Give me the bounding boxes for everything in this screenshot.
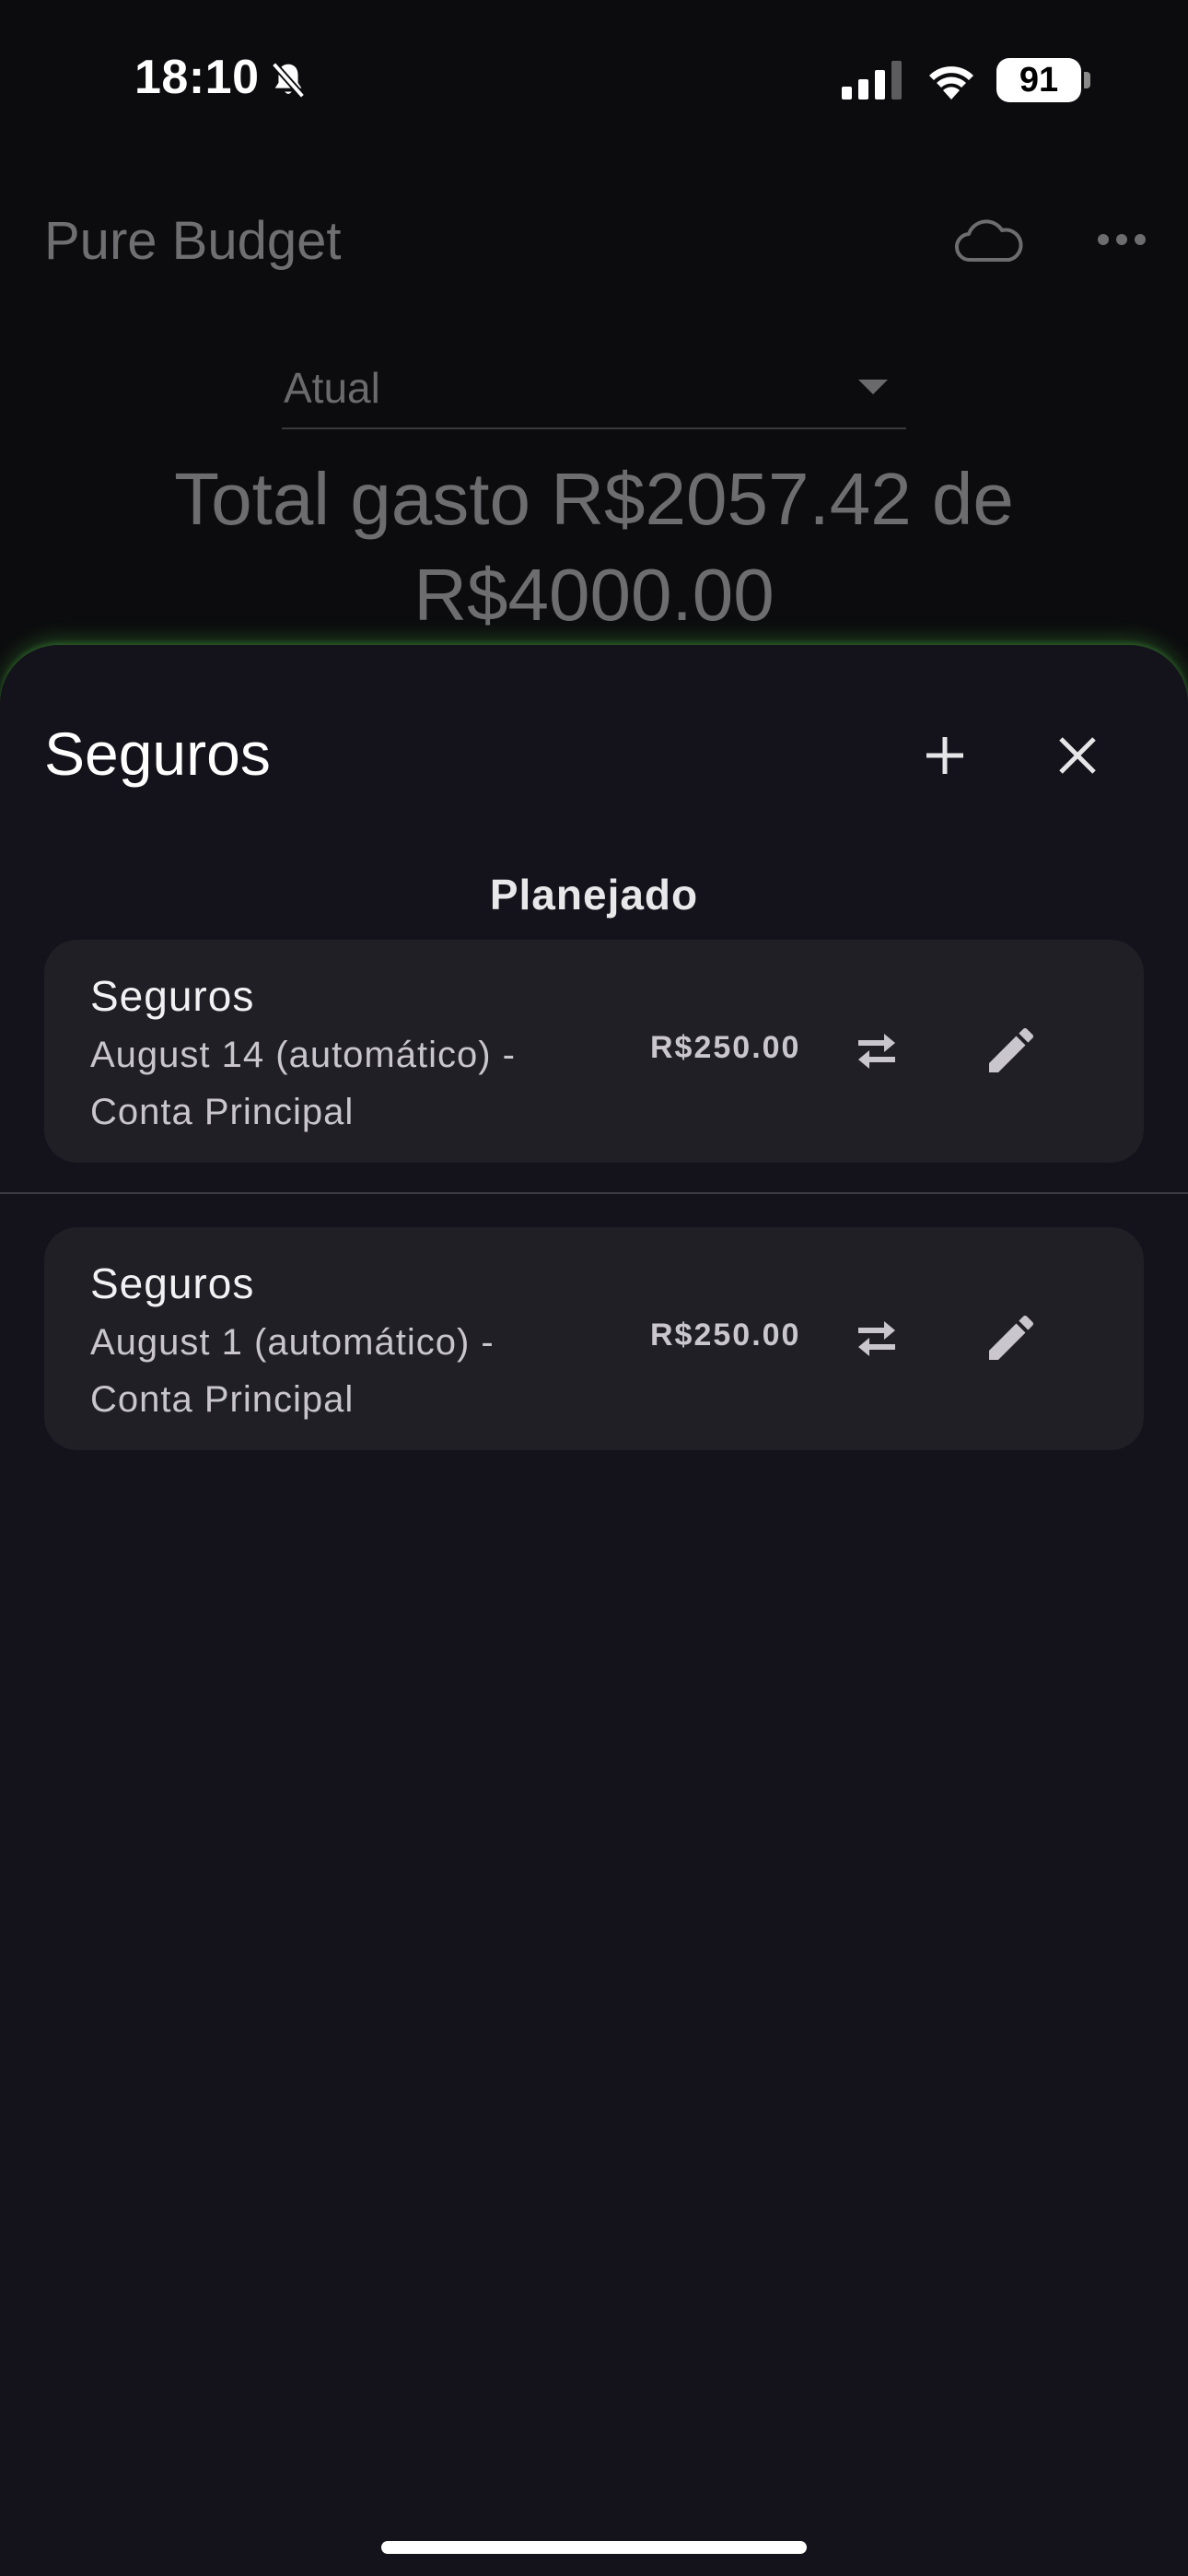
battery-indicator: 91 [996, 58, 1081, 102]
chevron-down-icon [858, 380, 888, 394]
transfer-icon[interactable] [849, 1023, 904, 1078]
period-select-value: Atual [284, 364, 380, 412]
transaction-date: August 14 (automático) - [90, 1035, 516, 1075]
planned-transaction-card[interactable]: Seguros August 1 (automático) - Conta Pr… [44, 1227, 1144, 1450]
status-time: 18:10 [134, 51, 260, 104]
total-spent-summary: Total gasto R$2057.42 de R$4000.00 [111, 451, 1077, 643]
cellular-signal-icon [842, 61, 902, 100]
transaction-amount: R$250.00 [650, 1317, 801, 1352]
transaction-date: August 1 (automático) - [90, 1322, 495, 1363]
transaction-account: Conta Principal [90, 1092, 355, 1132]
planned-transaction-card[interactable]: Seguros August 14 (automático) - Conta P… [44, 940, 1144, 1163]
transaction-name: Seguros [90, 1259, 255, 1307]
sheet-title: Seguros [44, 720, 271, 788]
add-transaction-button[interactable] [915, 726, 974, 785]
battery-cap [1084, 72, 1090, 88]
transaction-account: Conta Principal [90, 1379, 355, 1420]
bell-slash-icon [271, 62, 306, 99]
app-title: Pure Budget [44, 211, 342, 271]
period-select[interactable]: Atual [282, 356, 906, 429]
more-icon[interactable] [1096, 228, 1147, 251]
transaction-name: Seguros [90, 972, 255, 1020]
cloud-icon[interactable] [954, 217, 1024, 263]
close-icon [1059, 737, 1096, 774]
transaction-amount: R$250.00 [650, 1030, 801, 1065]
total-spent-line: Total gasto R$2057.42 de [174, 458, 1014, 540]
close-sheet-button[interactable] [1048, 726, 1107, 785]
wifi-icon [929, 66, 973, 100]
home-indicator[interactable] [381, 2541, 807, 2554]
transaction-detail: August 1 (automático) - Conta Principal [90, 1314, 606, 1428]
pencil-icon[interactable] [982, 1308, 1041, 1367]
status-bar: 18:10 91 [0, 0, 1188, 157]
pencil-icon[interactable] [982, 1021, 1041, 1080]
transfer-icon[interactable] [849, 1310, 904, 1365]
planned-section-heading: Planejado [489, 871, 699, 919]
total-budget-line: R$4000.00 [413, 554, 775, 636]
category-bottom-sheet: Seguros Planejado Seguros August 14 (aut… [0, 645, 1188, 2576]
transaction-detail: August 14 (automático) - Conta Principal [90, 1026, 606, 1141]
divider [0, 1192, 1188, 1194]
plus-icon [926, 737, 963, 774]
